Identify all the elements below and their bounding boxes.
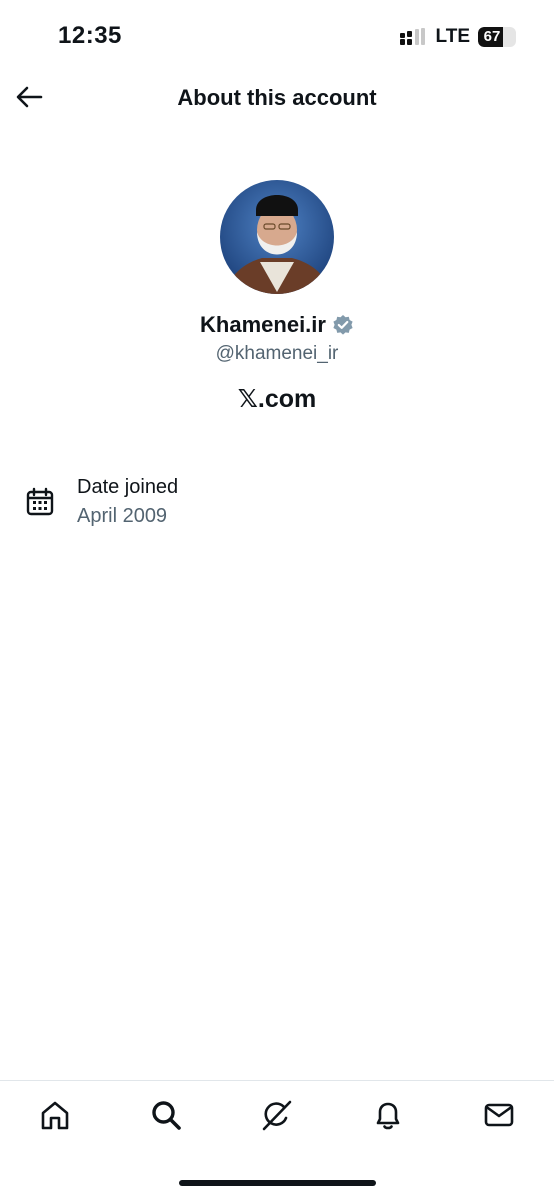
page-title: About this account [177,85,377,110]
battery-icon: 67 [478,27,516,47]
calendar-icon [26,487,54,516]
tab-notifications[interactable] [368,1095,408,1135]
tab-search[interactable] [146,1095,186,1135]
header: About this account [0,72,554,126]
bell-icon [376,1102,400,1130]
status-indicators: LTE 67 [399,26,516,48]
grok-icon [262,1100,292,1131]
display-name-row: Khamenei.ir [0,312,554,338]
date-joined-row: Date joined April 2009 [0,474,554,534]
status-bar: 12:35 LTE 67 [0,0,554,72]
battery-percent: 67 [483,28,501,45]
date-joined-value: April 2009 [77,505,168,527]
network-label: LTE [435,26,470,47]
status-time: 12:35 [58,22,122,49]
date-joined-label: Date joined [77,476,179,498]
search-icon [152,1101,181,1130]
handle: @khamenei_ir [215,343,339,364]
verified-badge-icon [333,315,353,335]
home-indicator [179,1180,376,1186]
tab-messages[interactable] [479,1095,519,1135]
home-icon [41,1101,69,1130]
brand-label: 𝕏.com [237,385,317,413]
mail-icon [484,1103,514,1127]
tab-home[interactable] [35,1095,75,1135]
signal-icon [399,28,425,45]
avatar-image [220,180,334,294]
tab-grok[interactable] [257,1095,297,1135]
avatar [220,180,334,294]
display-name: Khamenei.ir [200,312,326,337]
